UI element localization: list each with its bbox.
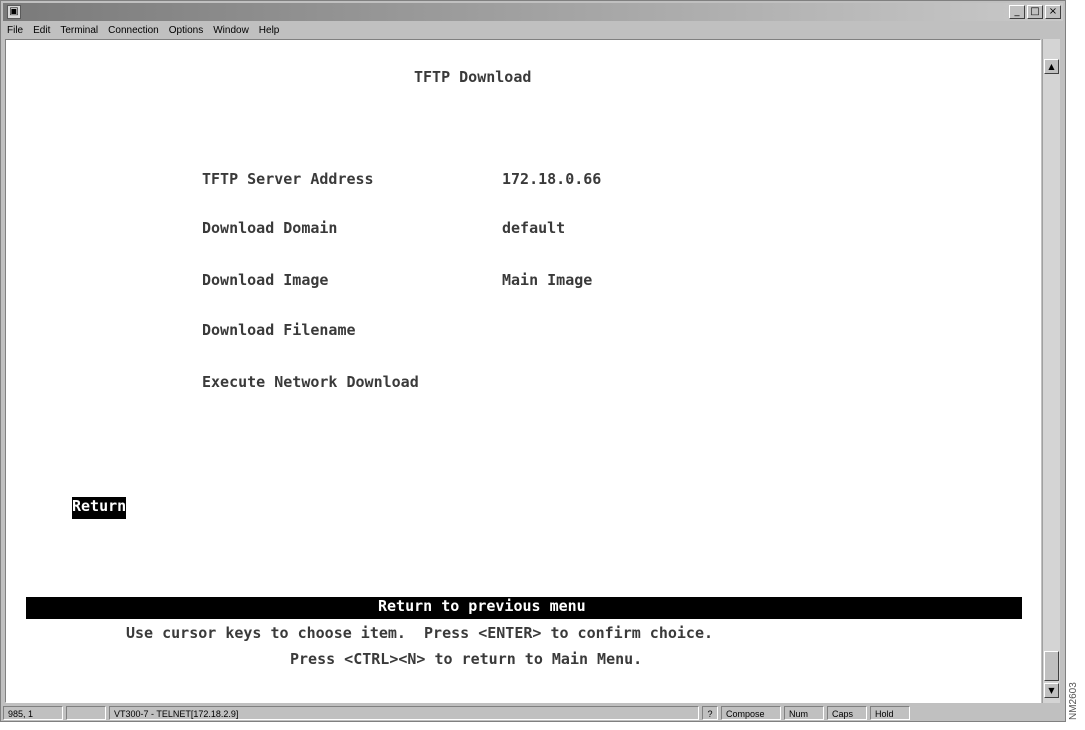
menu-options[interactable]: Options	[169, 25, 203, 36]
caps-indicator: Caps	[827, 706, 867, 720]
menu-file[interactable]: File	[7, 25, 23, 36]
title-bar[interactable]: ▣ _ □ ×	[3, 3, 1063, 21]
field-label-execute-network-download[interactable]: Execute Network Download	[202, 373, 419, 391]
arrow-up-icon[interactable]: ▲	[1044, 59, 1059, 74]
menu-bar: File Edit Terminal Connection Options Wi…	[3, 22, 1063, 38]
field-label-download-filename[interactable]: Download Filename	[202, 321, 356, 339]
terminal-window: ▣ _ □ × File Edit Terminal Connection Op…	[0, 0, 1066, 722]
vertical-scrollbar[interactable]: ▲ ▼	[1042, 39, 1060, 703]
num-indicator: Num	[784, 706, 824, 720]
scrollbar-thumb[interactable]	[1044, 651, 1059, 681]
return-menu-item[interactable]: Return	[72, 497, 127, 519]
screen-title: TFTP Download	[414, 68, 532, 86]
instruction-line-1: Use cursor keys to choose item. Press <E…	[126, 624, 713, 642]
maximize-button[interactable]: □	[1027, 5, 1043, 19]
field-label-download-domain[interactable]: Download Domain	[202, 219, 337, 237]
terminal-screen[interactable]: TFTP Download TFTP Server Address 172.18…	[5, 39, 1041, 703]
instruction-line-2: Press <CTRL><N> to return to Main Menu.	[290, 650, 643, 668]
menu-help[interactable]: Help	[259, 25, 280, 36]
menu-window[interactable]: Window	[213, 25, 249, 36]
session-info: VT300-7 - TELNET[172.18.2.9]	[109, 706, 699, 720]
menu-terminal[interactable]: Terminal	[60, 25, 98, 36]
cursor-position: 985, 1	[3, 706, 63, 720]
status-bar: 985, 1 VT300-7 - TELNET[172.18.2.9] ? Co…	[3, 705, 1063, 721]
help-bar-text: Return to previous menu	[378, 597, 586, 615]
field-value-tftp-server-address: 172.18.0.66	[502, 170, 602, 188]
field-value-download-domain: default	[502, 219, 566, 237]
hold-indicator: Hold	[870, 706, 910, 720]
minimize-button[interactable]: _	[1009, 5, 1025, 19]
help-indicator: ?	[702, 706, 718, 720]
field-label-tftp-server-address[interactable]: TFTP Server Address	[202, 170, 374, 188]
close-button[interactable]: ×	[1045, 5, 1061, 19]
arrow-down-icon[interactable]: ▼	[1044, 683, 1059, 698]
field-value-download-image: Main Image	[502, 271, 593, 289]
status-spacer	[66, 706, 106, 720]
field-label-download-image[interactable]: Download Image	[202, 271, 328, 289]
terminal-app-icon[interactable]: ▣	[7, 5, 21, 19]
figure-id-label: NM2603	[1068, 682, 1079, 720]
menu-edit[interactable]: Edit	[33, 25, 50, 36]
menu-connection[interactable]: Connection	[108, 25, 159, 36]
compose-indicator: Compose	[721, 706, 781, 720]
